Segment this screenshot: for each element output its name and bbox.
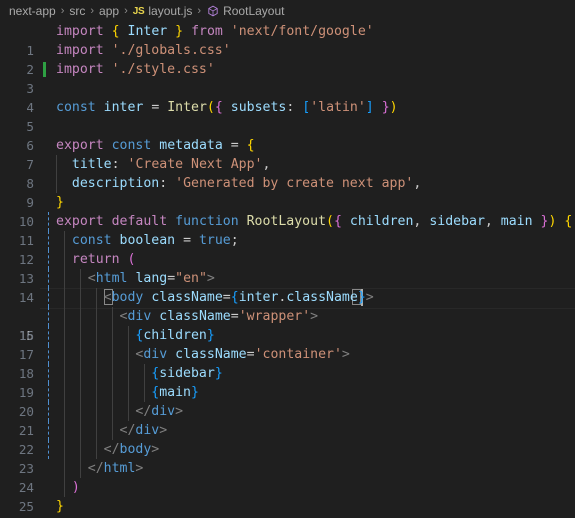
code-line[interactable]: 12 const boolean = true;	[0, 231, 575, 267]
code-line[interactable]: 17 {children}	[0, 326, 575, 362]
code-line-active[interactable]: 15 <body className={inter.className}>	[0, 288, 575, 343]
active-indent-guide	[48, 345, 49, 364]
js-file-icon: JS	[132, 5, 145, 17]
line-content: import { Inter } from 'next/font/google'	[56, 24, 374, 39]
code-line[interactable]: 6	[0, 117, 575, 153]
line-content: {main}	[151, 385, 199, 400]
line-content: export default function RootLayout({ chi…	[56, 214, 573, 229]
code-line[interactable]: 16 <div className='wrapper'>	[0, 307, 575, 343]
code-line[interactable]: 8 title: 'Create Next App',	[0, 155, 575, 191]
line-content: <html lang="en">	[87, 271, 215, 286]
line-content: title: 'Create Next App',	[71, 157, 271, 172]
active-indent-guide	[48, 440, 49, 459]
breadcrumb-label: RootLayout	[223, 4, 285, 18]
active-indent-guide	[48, 307, 49, 326]
breadcrumb-item-rootlayout[interactable]: RootLayout	[206, 4, 284, 18]
line-content: import './globals.css'	[56, 43, 231, 58]
code-line[interactable]: 2 import './globals.css'	[0, 41, 575, 77]
code-editor[interactable]: 1 import { Inter } from 'next/font/googl…	[0, 22, 575, 518]
active-indent-guide	[48, 421, 49, 440]
line-content: </div>	[119, 423, 168, 438]
active-indent-guide	[48, 269, 49, 288]
line-content: export const metadata = {	[56, 138, 255, 153]
active-indent-guide	[48, 364, 49, 383]
code-line[interactable]: 19 {sidebar}	[0, 364, 575, 400]
code-line[interactable]: 18 <div className='container'>	[0, 345, 575, 381]
code-line[interactable]: 10 }	[0, 193, 575, 229]
active-indent-guide	[48, 402, 49, 421]
code-line[interactable]: 25 )	[0, 478, 575, 514]
active-indent-guide	[48, 212, 49, 231]
line-content: </div>	[135, 404, 184, 419]
code-line[interactable]: 22 </div>	[0, 421, 575, 457]
breadcrumb-item-src[interactable]: src	[69, 4, 85, 18]
line-content: <div className='container'>	[135, 347, 350, 362]
breadcrumb-separator: ›	[60, 5, 65, 17]
active-indent-guide	[48, 288, 49, 307]
line-content: </body>	[103, 442, 160, 457]
line-content: </html>	[87, 461, 144, 476]
breadcrumb-separator: ›	[90, 5, 95, 17]
breadcrumb-separator: ›	[197, 5, 202, 17]
code-line[interactable]: 9 description: 'Generated by create next…	[0, 174, 575, 210]
line-content: description: 'Generated by create next a…	[71, 176, 422, 191]
breadcrumb-item-app[interactable]: app	[99, 4, 119, 18]
breadcrumb: next-app › src › app › JS layout.js › Ro…	[0, 0, 575, 22]
active-indent-guide	[48, 250, 49, 269]
line-content: }	[56, 195, 64, 210]
code-line[interactable]: 24 </html>	[0, 459, 575, 495]
breadcrumb-item-layout-js[interactable]: JS layout.js	[133, 4, 193, 18]
code-line[interactable]: 3 import './style.css'	[0, 60, 575, 96]
code-line[interactable]: 20 {main}	[0, 383, 575, 419]
symbol-class-icon	[206, 5, 219, 18]
code-line[interactable]: 7 export const metadata = {	[0, 136, 575, 172]
code-line[interactable]: 5 const inter = Inter({ subsets: ['latin…	[0, 98, 575, 134]
line-content: <div className='wrapper'>	[119, 309, 319, 324]
code-line[interactable]: 4	[0, 79, 575, 115]
active-indent-guide	[48, 383, 49, 402]
code-line[interactable]: 13 return (	[0, 250, 575, 286]
active-indent-guide	[48, 326, 49, 345]
breadcrumb-item-next-app[interactable]: next-app	[9, 4, 56, 18]
code-line[interactable]: 14 <html lang="en">	[0, 269, 575, 305]
line-content: const boolean = true;	[71, 233, 239, 248]
line-content: <body className={inter.className}>	[103, 290, 374, 305]
code-line[interactable]: 1 import { Inter } from 'next/font/googl…	[0, 22, 575, 58]
code-line[interactable]: 11 export default function RootLayout({ …	[0, 212, 575, 248]
line-content: {sidebar}	[151, 366, 223, 381]
breadcrumb-label: app	[99, 4, 120, 18]
line-content: return (	[71, 252, 136, 267]
active-indent-guide	[48, 231, 49, 250]
code-line[interactable]: 26 }	[0, 497, 575, 516]
line-content: )	[71, 480, 80, 495]
line-content: {children}	[135, 328, 215, 343]
line-content: const inter = Inter({ subsets: ['latin']…	[56, 100, 398, 115]
breadcrumb-separator: ›	[124, 5, 128, 17]
breadcrumb-label: src	[69, 4, 86, 18]
code-line[interactable]: 21 </div>	[0, 402, 575, 438]
code-line[interactable]: 23 </body>	[0, 440, 575, 476]
line-content: }	[56, 499, 64, 514]
breadcrumb-label: layout.js	[148, 4, 193, 18]
breadcrumb-label: next-app	[9, 4, 56, 18]
line-content: import './style.css'	[56, 62, 215, 77]
git-change-marker[interactable]	[43, 62, 46, 77]
